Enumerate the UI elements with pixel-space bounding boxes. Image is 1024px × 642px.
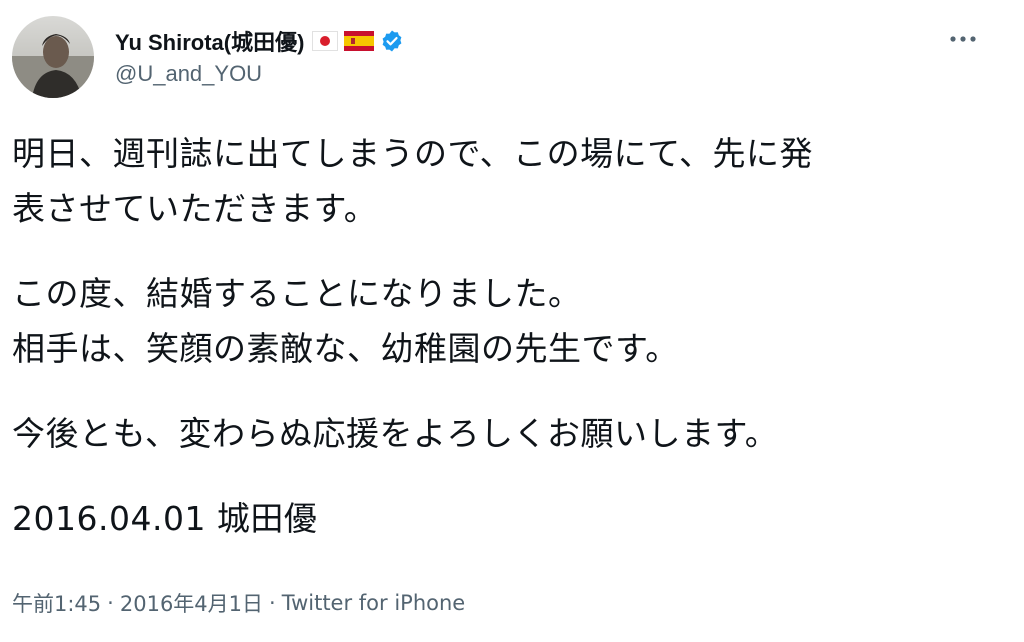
tweet-line: 今後とも、変わらぬ応援をよろしくお願いします。 [12,414,779,453]
meta-separator: · [269,591,276,615]
spain-flag-icon [344,31,375,51]
tweet-text: 明日、週刊誌に出てしまうので、この場にて、先に発 表させていただきます。 この度… [12,126,1012,546]
avatar-photo-icon [12,16,94,98]
more-horizontal-icon [950,36,976,42]
avatar[interactable] [12,16,94,98]
tweet-line: 相手は、笑顔の素敵な、幼稚園の先生です。 [12,329,679,368]
user-handle[interactable]: @U_and_YOU [115,61,262,87]
tweet-line: 表させていただきます。 [12,189,378,228]
tweet-card: Yu Shirota(城田優) @U_and_YOU 明日、週刊誌に出てしまうの… [0,0,1024,642]
tweet-date[interactable]: 2016年4月1日 [120,588,263,618]
verified-badge-icon [380,29,404,53]
meta-separator: · [107,591,114,615]
tweet-meta: 午前1:45 · 2016年4月1日 · Twitter for iPhone [12,588,465,618]
japan-flag-icon [312,31,339,51]
display-name[interactable]: Yu Shirota(城田優) [115,25,304,57]
user-name-row: Yu Shirota(城田優) [115,26,404,56]
tweet-source[interactable]: Twitter for iPhone [282,591,466,615]
tweet-line: 明日、週刊誌に出てしまうので、この場にて、先に発 [12,134,814,173]
more-options-button[interactable] [938,24,988,54]
tweet-time[interactable]: 午前1:45 [12,588,101,618]
tweet-line: この度、結婚することになりました。 [12,274,582,313]
tweet-signature: 2016.04.01 城田優 [12,499,318,538]
